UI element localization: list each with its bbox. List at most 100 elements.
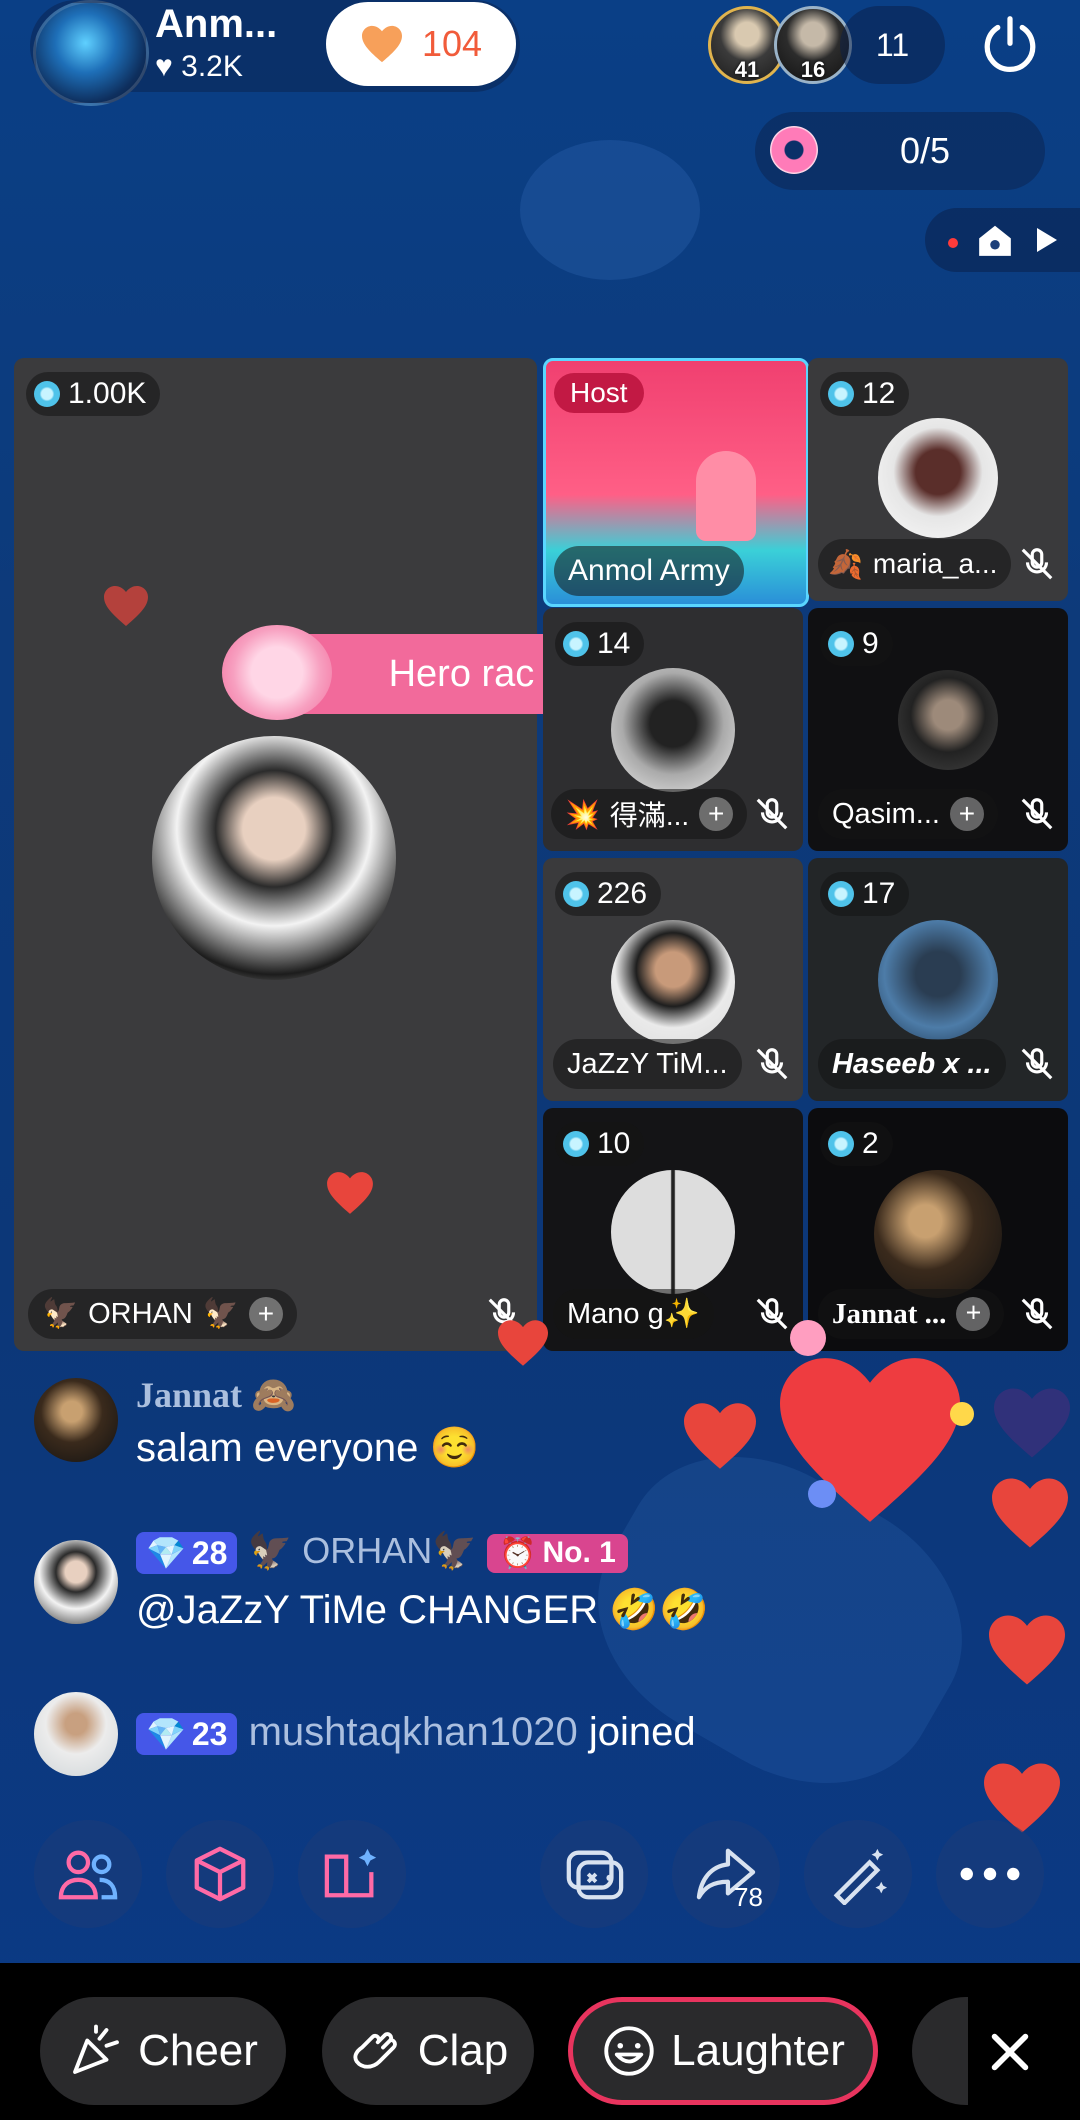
avatar[interactable] — [152, 736, 396, 980]
follow-plus-icon[interactable]: + — [949, 797, 984, 831]
seat-score-badge: 17 — [820, 872, 910, 916]
share-button[interactable]: 78 — [672, 1820, 780, 1928]
flamingo-icon — [696, 451, 756, 541]
gem-icon: 💎 — [146, 1716, 186, 1753]
seat-name[interactable]: Anmol Army — [554, 546, 744, 596]
bubble-decoration — [808, 1480, 836, 1508]
diamond-icon — [563, 631, 589, 657]
chat-message: @JaZzY TiMe CHANGER 🤣🤣 — [136, 1588, 709, 1632]
like-button[interactable]: 104 — [326, 2, 516, 86]
floating-heart-icon — [989, 1615, 1065, 1685]
seat-name[interactable]: 🍂 maria_a... — [818, 539, 1012, 589]
mic-muted-icon — [1021, 798, 1053, 830]
live-dot-icon — [948, 238, 958, 248]
gem-icon: 💎 — [146, 1535, 186, 1572]
chat-message: salam everyone ☺️ — [136, 1426, 480, 1470]
home-icon[interactable] — [976, 222, 1014, 258]
floating-heart-icon — [684, 1403, 756, 1469]
avatar[interactable] — [874, 1170, 1002, 1298]
seat-score-badge: 12 — [820, 372, 910, 416]
seat-name[interactable]: 💥 得滿... + — [551, 789, 748, 839]
game-button[interactable] — [540, 1820, 648, 1928]
laughter-button[interactable]: Laughter — [568, 1997, 878, 2105]
host-tag: Host — [554, 373, 644, 413]
seat-name[interactable]: JaZzY TiM... — [553, 1039, 742, 1089]
diamond-icon — [828, 1131, 854, 1157]
follow-plus-icon[interactable]: + — [699, 797, 734, 831]
follow-plus-icon[interactable]: + — [248, 1297, 283, 1331]
avatar[interactable] — [878, 418, 998, 538]
seat-name[interactable]: Haseeb x ... — [818, 1039, 1006, 1089]
seat-tile[interactable]: 17 Haseeb x ... — [808, 858, 1068, 1101]
chat-username[interactable]: mushtaqkhan1020 — [249, 1710, 578, 1754]
avatar[interactable] — [611, 668, 735, 792]
seat-tile-main[interactable]: 1.00K 🦅 ORHAN 🦅 + — [14, 358, 537, 1351]
seat-name[interactable]: Mano g✨ — [553, 1289, 714, 1339]
avatar[interactable] — [611, 920, 735, 1044]
bubble-decoration — [950, 1402, 974, 1426]
seat-tile[interactable]: 9 Qasim... + — [808, 608, 1068, 851]
seat-score-badge: 2 — [820, 1122, 893, 1166]
floating-heart-icon — [327, 1172, 373, 1214]
host-likes: ♥ 3.2K — [155, 50, 243, 83]
users-icon — [58, 1850, 118, 1900]
floating-heart-icon — [104, 586, 148, 626]
seat-score-badge: 14 — [555, 622, 645, 666]
host-name[interactable]: Anm... — [155, 2, 277, 47]
mic-muted-icon — [1021, 1298, 1053, 1330]
follow-plus-icon[interactable]: + — [956, 1297, 991, 1331]
chat-username[interactable]: 💎 28 🦅 ORHAN🦅 ⏰ No. 1 — [136, 1530, 628, 1575]
diamond-icon — [563, 881, 589, 907]
chat-username[interactable]: Jannat 🙈 — [136, 1374, 296, 1416]
more-icon — [960, 1867, 1020, 1881]
level-badge: 💎 28 — [136, 1532, 238, 1575]
seat-name[interactable]: Jannat ... + — [818, 1289, 1005, 1339]
floating-heart-icon — [994, 1388, 1070, 1458]
rank-badge: ⏰ No. 1 — [487, 1533, 628, 1573]
mic-muted-icon — [756, 798, 788, 830]
play-icon[interactable] — [1036, 228, 1058, 252]
mic-muted-icon — [756, 1298, 788, 1330]
clap-button[interactable]: Clap — [322, 1997, 534, 2105]
donut-progress: 0/5 — [900, 130, 951, 171]
party-popper-icon — [73, 2024, 120, 2074]
diamond-icon — [34, 381, 60, 407]
mic-muted-icon — [1021, 548, 1053, 580]
book-button[interactable] — [298, 1820, 406, 1928]
seat-score-badge: 1.00K — [26, 372, 161, 416]
avatar[interactable] — [878, 920, 998, 1040]
more-button[interactable] — [936, 1820, 1044, 1928]
seat-score-badge: 226 — [555, 872, 662, 916]
avatar[interactable] — [611, 1170, 735, 1294]
chat-join-line: 💎 23 mushtaqkhan1020 joined — [136, 1710, 696, 1756]
seat-name[interactable]: 🦅 ORHAN 🦅 + — [28, 1289, 297, 1339]
mic-muted-icon — [756, 1048, 788, 1080]
seat-tile[interactable]: 226 JaZzY TiM... — [543, 858, 803, 1101]
smile-icon — [604, 2026, 654, 2076]
viewer-count[interactable]: 11 — [840, 6, 945, 84]
seat-tile[interactable]: 10 Mano g✨ — [543, 1108, 803, 1351]
seat-name[interactable]: Qasim... + — [818, 789, 998, 839]
close-icon[interactable] — [988, 2030, 1032, 2074]
bubble-decoration — [790, 1320, 826, 1356]
clap-icon — [353, 2032, 397, 2069]
diamond-icon — [563, 1131, 589, 1157]
users-button[interactable] — [34, 1820, 142, 1928]
seat-tile[interactable]: 14 💥 得滿... + — [543, 608, 803, 851]
level-badge: 💎 23 — [136, 1713, 238, 1756]
chat-avatar[interactable] — [34, 1378, 118, 1462]
seat-score-badge: 10 — [555, 1122, 645, 1166]
magic-button[interactable] — [804, 1820, 912, 1928]
gift-box-button[interactable] — [166, 1820, 274, 1928]
cheer-button[interactable]: Cheer — [40, 1997, 286, 2105]
floating-heart-icon — [992, 1478, 1068, 1548]
chat-avatar[interactable] — [34, 1540, 118, 1624]
chat-avatar[interactable] — [34, 1692, 118, 1776]
share-count: 78 — [734, 1882, 763, 1912]
avatar[interactable] — [898, 670, 998, 770]
seat-tile-host[interactable]: Host Anmol Army — [543, 358, 809, 607]
seat-tile[interactable]: 2 Jannat ... + — [808, 1108, 1068, 1351]
host-avatar[interactable] — [33, 0, 149, 106]
power-icon[interactable] — [975, 10, 1045, 80]
seat-tile[interactable]: 12 🍂 maria_a... — [808, 358, 1068, 601]
